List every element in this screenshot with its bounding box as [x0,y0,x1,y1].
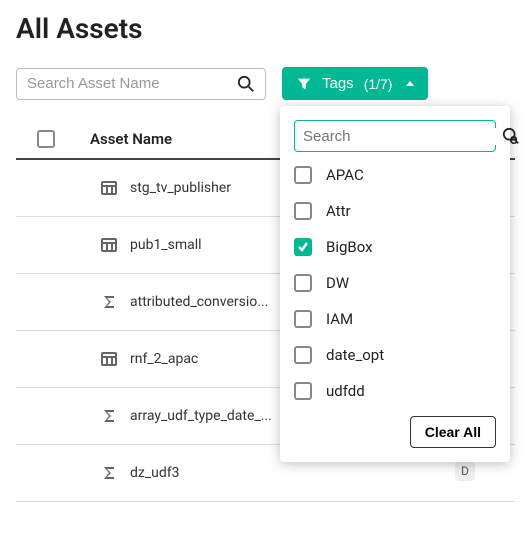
asset-name: attributed_conversio... [130,294,268,310]
checkbox-icon [294,310,312,328]
search-icon [237,75,255,93]
search-icon [502,127,520,145]
tag-chip[interactable]: D [455,461,475,481]
table-icon [100,179,118,197]
table-icon [100,350,118,368]
sigma-icon [100,407,118,425]
tag-option-label: BigBox [326,238,373,256]
asset-search-box[interactable] [16,68,266,100]
sigma-icon [100,464,118,482]
tag-option-label: IAM [326,310,353,328]
select-all-checkbox[interactable] [37,130,55,148]
filter-icon [296,76,312,92]
asset-name: rnf_2_apac [130,351,198,367]
asset-name: stg_tv_publisher [130,180,231,196]
tag-option[interactable]: IAM [294,310,496,328]
tag-option[interactable]: DW [294,274,496,292]
tags-filter-label: Tags [322,75,354,92]
checkbox-icon [294,274,312,292]
sigma-icon [100,293,118,311]
tags-dropdown-search[interactable] [294,120,496,152]
page-title: All Assets [16,12,515,45]
checkbox-icon [294,382,312,400]
tag-option[interactable]: BigBox [294,238,496,256]
header-checkbox-cell [16,130,76,148]
checkbox-icon [294,238,312,256]
tag-option-label: DW [326,274,349,292]
asset-name: array_udf_type_date_... [130,408,272,424]
tag-option-label: Attr [326,202,351,220]
caret-up-icon [406,81,414,86]
tag-option[interactable]: APAC [294,166,496,184]
tag-option-label: udfdd [326,382,365,400]
tag-option-label: APAC [326,166,364,184]
tag-option[interactable]: Attr [294,202,496,220]
asset-name: pub1_small [130,237,202,253]
tags-filter-button[interactable]: Tags (1/7) [282,67,428,100]
tag-option[interactable]: udfdd [294,382,496,400]
table-icon [100,236,118,254]
tag-option-label: date_opt [326,346,384,364]
tag-option[interactable]: date_opt [294,346,496,364]
tags-dropdown: APAC Attr BigBox DW IAM date_optudfdd Clear A… [280,106,510,462]
asset-search-input[interactable] [27,75,237,92]
checkbox-icon [294,346,312,364]
tags-dropdown-search-input[interactable] [303,128,502,145]
clear-all-button[interactable]: Clear All [410,416,496,448]
asset-name: dz_udf3 [130,465,180,481]
tags-filter-count: (1/7) [364,76,393,92]
checkbox-icon [294,166,312,184]
checkbox-icon [294,202,312,220]
